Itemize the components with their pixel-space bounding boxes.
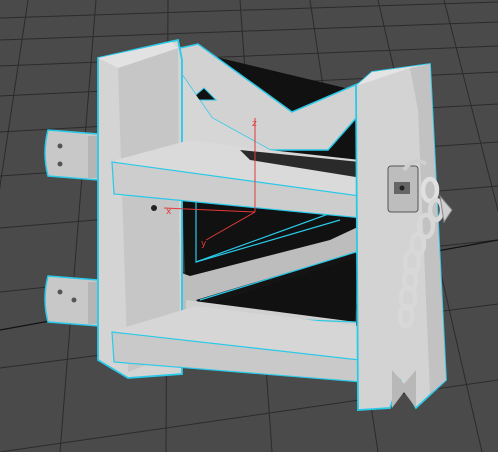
viewport-scene[interactable]: z x y — [0, 0, 498, 452]
upper-hinge — [44, 129, 100, 181]
3d-viewport[interactable]: z x y — [0, 0, 498, 452]
gizmo-y-label: y — [201, 239, 207, 249]
gizmo-x-label: x — [166, 207, 172, 217]
crate-frame[interactable] — [44, 38, 453, 411]
gizmo-z-label: z — [252, 119, 257, 129]
gizmo-origin — [151, 205, 157, 211]
lower-hinge — [44, 275, 100, 327]
